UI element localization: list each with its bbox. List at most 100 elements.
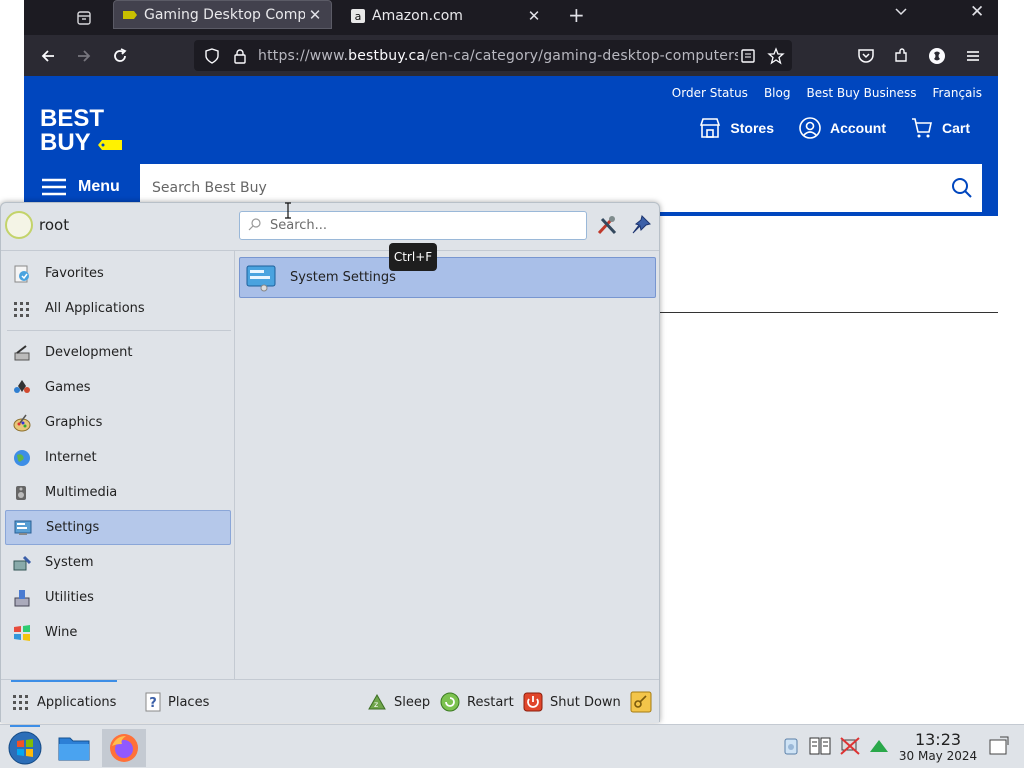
reload-icon[interactable] bbox=[108, 44, 132, 68]
graphics-icon bbox=[11, 412, 33, 434]
close-tab-icon[interactable]: ✕ bbox=[305, 6, 325, 24]
taskbar-firefox[interactable] bbox=[102, 729, 146, 767]
category-label: Graphics bbox=[45, 415, 103, 430]
sleep-button[interactable]: z Sleep bbox=[366, 680, 430, 724]
shutdown-button[interactable]: Shut Down bbox=[522, 680, 621, 724]
bestbuy-logo[interactable]: BEST BUY bbox=[40, 104, 122, 156]
category-internet[interactable]: Internet bbox=[5, 440, 231, 475]
category-label: Games bbox=[45, 380, 91, 395]
pocket-icon[interactable] bbox=[855, 45, 877, 67]
store-icon bbox=[700, 118, 721, 138]
navigation-toolbar: https://www.bestbuy.ca/en-ca/category/ga… bbox=[24, 35, 998, 76]
show-desktop-icon[interactable] bbox=[988, 735, 1010, 757]
restart-button[interactable]: Restart bbox=[439, 680, 514, 724]
url-bar[interactable]: https://www.bestbuy.ca/en-ca/category/ga… bbox=[194, 40, 792, 71]
language-link[interactable]: Français bbox=[933, 86, 982, 100]
blog-link[interactable]: Blog bbox=[764, 86, 791, 100]
question-icon: ? bbox=[145, 692, 161, 712]
tab-label: Applications bbox=[37, 694, 117, 710]
lock-icon[interactable] bbox=[230, 48, 250, 64]
hamburger-menu-icon[interactable] bbox=[962, 45, 984, 67]
tab-list-icon[interactable] bbox=[72, 6, 96, 30]
tab-bestbuy[interactable]: Gaming Desktop Computers ✕ bbox=[113, 0, 332, 29]
search-icon[interactable] bbox=[942, 177, 982, 199]
bookmark-star-icon[interactable] bbox=[766, 46, 786, 65]
pin-icon[interactable] bbox=[629, 213, 653, 237]
search-placeholder: Search... bbox=[270, 218, 328, 233]
settings-icon bbox=[12, 517, 34, 539]
clock-date: 30 May 2024 bbox=[898, 749, 978, 763]
category-label: Internet bbox=[45, 450, 97, 465]
power-label: Sleep bbox=[394, 694, 431, 710]
category-development[interactable]: Development bbox=[5, 335, 231, 370]
key-icon bbox=[630, 691, 652, 713]
system-icon bbox=[11, 552, 33, 574]
site-search-input[interactable]: Search Best Buy bbox=[152, 180, 942, 196]
business-link[interactable]: Best Buy Business bbox=[806, 86, 916, 100]
tray-notes-icon[interactable] bbox=[809, 735, 831, 757]
development-icon bbox=[11, 342, 33, 364]
forward-arrow-icon[interactable] bbox=[72, 44, 96, 68]
category-all-applications[interactable]: All Applications bbox=[5, 291, 231, 326]
tab-applications[interactable]: Applications bbox=[11, 680, 118, 724]
search-icon bbox=[248, 217, 264, 235]
multimedia-icon bbox=[11, 482, 33, 504]
stores-button[interactable]: Stores bbox=[698, 116, 774, 140]
shortcut-tooltip: Ctrl+F bbox=[389, 243, 437, 271]
amazon-icon: a bbox=[350, 8, 366, 24]
header-actions: Stores Account Cart bbox=[698, 116, 970, 140]
user-info: root bbox=[5, 211, 69, 239]
category-graphics[interactable]: Graphics bbox=[5, 405, 231, 440]
games-icon bbox=[11, 377, 33, 399]
category-wine[interactable]: Wine bbox=[5, 615, 231, 650]
account-icon bbox=[799, 117, 821, 139]
category-games[interactable]: Games bbox=[5, 370, 231, 405]
category-settings[interactable]: Settings bbox=[5, 510, 231, 545]
account-label: Account bbox=[829, 120, 886, 136]
menu-button[interactable]: Menu bbox=[42, 178, 120, 196]
all-apps-icon bbox=[11, 298, 33, 320]
tab-places[interactable]: ? Places bbox=[144, 680, 209, 724]
extensions-icon[interactable] bbox=[890, 45, 912, 67]
tray-clipboard-icon[interactable] bbox=[780, 735, 802, 757]
close-tab-icon[interactable]: ✕ bbox=[524, 7, 544, 25]
new-tab-icon[interactable]: + bbox=[568, 3, 585, 27]
category-label: Wine bbox=[45, 625, 78, 640]
close-window-icon[interactable]: ✕ bbox=[970, 2, 984, 22]
clock[interactable]: 13:23 30 May 2024 bbox=[898, 730, 978, 764]
lock-screen-button[interactable] bbox=[630, 680, 652, 724]
start-menu-button[interactable] bbox=[8, 731, 42, 765]
launcher-bottom-bar: Applications ? Places z Sleep Restart Sh… bbox=[1, 679, 659, 723]
tab-amazon[interactable]: a Amazon.com ✕ bbox=[342, 0, 550, 31]
power-label: Shut Down bbox=[550, 694, 621, 710]
category-label: Development bbox=[45, 345, 133, 360]
svg-text:?: ? bbox=[149, 696, 157, 711]
account-button[interactable]: Account bbox=[798, 116, 886, 140]
wine-icon bbox=[11, 622, 33, 644]
clock-time: 13:23 bbox=[914, 730, 962, 749]
tray-network-disconnected-icon[interactable] bbox=[839, 735, 861, 757]
sleep-icon: z bbox=[368, 693, 386, 710]
chevron-down-icon[interactable] bbox=[894, 4, 908, 22]
launcher-search-input[interactable]: Search... bbox=[239, 211, 587, 240]
category-utilities[interactable]: Utilities bbox=[5, 580, 231, 615]
order-status-link[interactable]: Order Status bbox=[672, 86, 748, 100]
category-label: Settings bbox=[46, 520, 100, 535]
utilities-icon bbox=[11, 587, 33, 609]
category-favorites[interactable]: Favorites bbox=[5, 256, 231, 291]
svg-text:a: a bbox=[355, 10, 362, 23]
tray-updates-icon[interactable] bbox=[868, 735, 890, 757]
category-system[interactable]: System bbox=[5, 545, 231, 580]
category-multimedia[interactable]: Multimedia bbox=[5, 475, 231, 510]
power-label: Restart bbox=[467, 694, 514, 710]
column-divider bbox=[234, 251, 235, 679]
account-circle-icon[interactable] bbox=[926, 45, 948, 67]
back-arrow-icon[interactable] bbox=[36, 44, 60, 68]
taskbar-file-manager[interactable] bbox=[52, 729, 96, 767]
shield-icon[interactable] bbox=[202, 47, 222, 64]
cart-button[interactable]: Cart bbox=[910, 116, 970, 140]
category-label: System bbox=[45, 555, 94, 570]
reader-view-icon[interactable] bbox=[738, 48, 758, 64]
app-item-system-settings[interactable]: System Settings bbox=[239, 257, 656, 298]
configure-tools-icon[interactable] bbox=[595, 213, 619, 237]
